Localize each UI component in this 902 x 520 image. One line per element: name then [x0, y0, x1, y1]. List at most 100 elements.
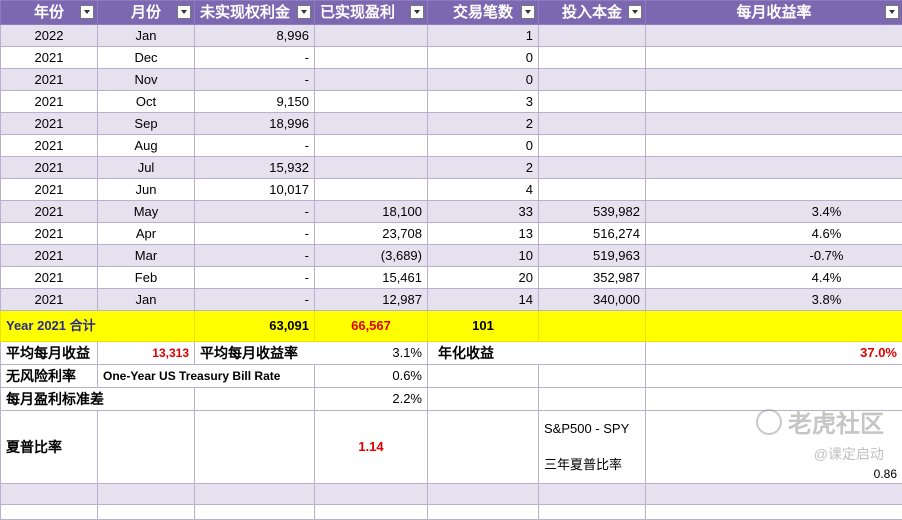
row-month[interactable]: Sep — [98, 113, 195, 135]
empty-cell[interactable] — [428, 484, 539, 505]
row-monthly-rate[interactable] — [646, 69, 902, 91]
empty-cell[interactable] — [428, 365, 539, 388]
filter-dropdown-icon[interactable] — [177, 5, 191, 19]
row-month[interactable]: Jan — [98, 289, 195, 311]
row-month[interactable]: Jul — [98, 157, 195, 179]
empty-cell[interactable] — [315, 484, 428, 505]
row-monthly-rate[interactable] — [646, 113, 902, 135]
row-year[interactable]: 2022 — [1, 25, 98, 47]
row-month[interactable]: Jun — [98, 179, 195, 201]
row-month[interactable]: Apr — [98, 223, 195, 245]
row-monthly-rate[interactable]: 3.8% — [646, 289, 902, 311]
filter-dropdown-icon[interactable] — [297, 5, 311, 19]
filter-dropdown-icon[interactable] — [628, 5, 642, 19]
row-monthly-rate[interactable] — [646, 157, 902, 179]
filter-dropdown-icon[interactable] — [885, 5, 899, 19]
row-monthly-rate[interactable] — [646, 47, 902, 69]
empty-cell[interactable] — [428, 388, 539, 411]
row-year[interactable]: 2021 — [1, 69, 98, 91]
row-year[interactable]: 2021 — [1, 223, 98, 245]
row-capital[interactable] — [539, 69, 646, 91]
row-capital[interactable]: 519,963 — [539, 245, 646, 267]
row-trades[interactable]: 13 — [428, 223, 539, 245]
row-year[interactable]: 2021 — [1, 113, 98, 135]
row-year[interactable]: 2021 — [1, 289, 98, 311]
empty-cell[interactable] — [98, 484, 195, 505]
row-capital[interactable]: 516,274 — [539, 223, 646, 245]
total-label[interactable]: Year 2021 合计 — [1, 311, 195, 342]
header-capital[interactable]: 投入本金 — [539, 1, 646, 25]
avg-monthly-rate-label[interactable]: 平均每月收益率3.1% — [195, 342, 428, 365]
row-realized[interactable] — [315, 91, 428, 113]
row-capital[interactable]: 539,982 — [539, 201, 646, 223]
row-year[interactable]: 2021 — [1, 135, 98, 157]
row-trades[interactable]: 2 — [428, 113, 539, 135]
stdev-value[interactable]: 2.2% — [315, 388, 428, 411]
row-realized[interactable] — [315, 69, 428, 91]
empty-cell[interactable] — [646, 365, 902, 388]
annual-return-value[interactable]: 37.0% — [646, 342, 902, 365]
row-monthly-rate[interactable] — [646, 179, 902, 201]
empty-cell[interactable] — [98, 505, 195, 520]
row-month[interactable]: Nov — [98, 69, 195, 91]
row-trades[interactable]: 20 — [428, 267, 539, 289]
empty-cell[interactable] — [195, 388, 315, 411]
total-unrealized[interactable]: 63,091 — [195, 311, 315, 342]
riskfree-desc[interactable]: One-Year US Treasury Bill Rate — [98, 365, 315, 388]
total-empty[interactable] — [539, 311, 646, 342]
row-trades[interactable]: 4 — [428, 179, 539, 201]
row-realized[interactable]: 23,708 — [315, 223, 428, 245]
row-realized[interactable] — [315, 179, 428, 201]
avg-monthly-profit-label[interactable]: 平均每月收益 — [1, 342, 98, 365]
row-month[interactable]: Mar — [98, 245, 195, 267]
row-trades[interactable]: 0 — [428, 135, 539, 157]
row-unrealized[interactable]: 15,932 — [195, 157, 315, 179]
row-capital[interactable] — [539, 47, 646, 69]
stdev-label[interactable]: 每月盈利标准差 — [1, 388, 195, 411]
row-trades[interactable]: 3 — [428, 91, 539, 113]
row-unrealized[interactable]: - — [195, 47, 315, 69]
row-capital[interactable]: 340,000 — [539, 289, 646, 311]
filter-dropdown-icon[interactable] — [521, 5, 535, 19]
row-month[interactable]: Aug — [98, 135, 195, 157]
riskfree-label[interactable]: 无风险利率 — [1, 365, 98, 388]
empty-cell[interactable] — [1, 484, 98, 505]
row-month[interactable]: Feb — [98, 267, 195, 289]
row-monthly-rate[interactable]: 4.4% — [646, 267, 902, 289]
row-month[interactable]: Jan — [98, 25, 195, 47]
row-trades[interactable]: 0 — [428, 47, 539, 69]
header-trades[interactable]: 交易笔数 — [428, 1, 539, 25]
empty-cell[interactable] — [646, 505, 902, 520]
row-trades[interactable]: 1 — [428, 25, 539, 47]
row-capital[interactable] — [539, 135, 646, 157]
row-month[interactable]: May — [98, 201, 195, 223]
empty-cell[interactable] — [315, 505, 428, 520]
header-realized[interactable]: 已实现盈利 — [315, 1, 428, 25]
row-unrealized[interactable]: - — [195, 289, 315, 311]
row-monthly-rate[interactable] — [646, 91, 902, 113]
row-year[interactable]: 2021 — [1, 179, 98, 201]
row-unrealized[interactable]: 8,996 — [195, 25, 315, 47]
row-trades[interactable]: 14 — [428, 289, 539, 311]
row-year[interactable]: 2021 — [1, 267, 98, 289]
row-monthly-rate[interactable] — [646, 25, 902, 47]
row-month[interactable]: Oct — [98, 91, 195, 113]
empty-cell[interactable] — [646, 484, 902, 505]
empty-cell[interactable] — [539, 505, 646, 520]
filter-dropdown-icon[interactable] — [80, 5, 94, 19]
row-year[interactable]: 2021 — [1, 245, 98, 267]
row-capital[interactable] — [539, 157, 646, 179]
empty-cell[interactable] — [539, 365, 646, 388]
row-unrealized[interactable]: - — [195, 267, 315, 289]
row-realized[interactable]: (3,689) — [315, 245, 428, 267]
row-unrealized[interactable]: 18,996 — [195, 113, 315, 135]
total-realized[interactable]: 66,567 — [315, 311, 428, 342]
row-trades[interactable]: 2 — [428, 157, 539, 179]
row-realized[interactable] — [315, 113, 428, 135]
row-realized[interactable]: 18,100 — [315, 201, 428, 223]
row-monthly-rate[interactable] — [646, 135, 902, 157]
row-unrealized[interactable]: - — [195, 223, 315, 245]
empty-cell[interactable] — [428, 505, 539, 520]
row-capital[interactable]: 352,987 — [539, 267, 646, 289]
row-trades[interactable]: 10 — [428, 245, 539, 267]
